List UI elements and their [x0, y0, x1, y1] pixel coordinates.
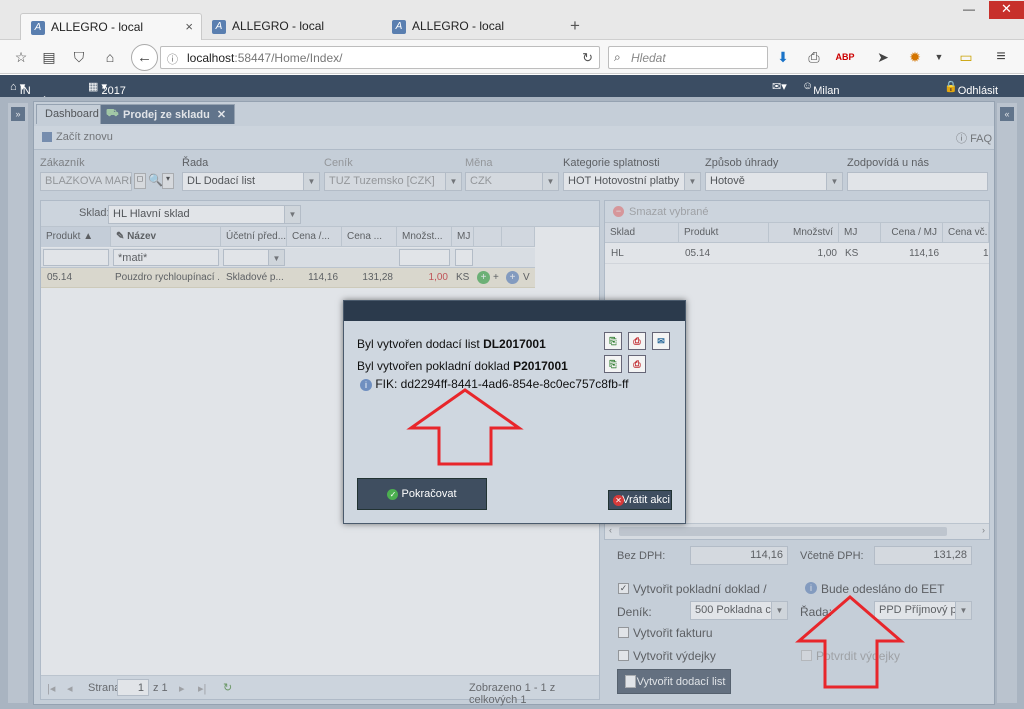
info-icon[interactable]: ⓘ	[167, 51, 178, 67]
extension-icon[interactable]: ✹	[904, 46, 926, 68]
url-host: localhost	[187, 51, 235, 65]
pdf-icon[interactable]: ⎙	[628, 355, 646, 373]
info-icon: i	[360, 378, 372, 391]
logout-button[interactable]: 🔒 Odhlásit	[944, 80, 998, 97]
search-input[interactable]: ⌕ Hledat	[608, 46, 768, 69]
url-bar[interactable]: ⓘ localhost:58447/Home/Index/ ↻	[160, 46, 600, 69]
annotation-arrow-up	[795, 595, 905, 689]
reading-list-icon[interactable]: ▤	[38, 46, 60, 68]
print-icon[interactable]: ⎙	[803, 46, 825, 68]
open-document-icon[interactable]: ⎘	[604, 332, 622, 350]
arrow-shape	[795, 595, 905, 689]
allegro-favicon-icon: A	[212, 20, 226, 34]
delivery-note-message: Byl vytvořen dodací list DL2017001	[357, 337, 546, 351]
browser-tab-title: ALLEGRO - local	[232, 19, 325, 33]
new-tab-button[interactable]: +	[570, 16, 580, 36]
browser-tab-2[interactable]: A ALLEGRO - local	[202, 13, 382, 41]
search-icon: ⌕	[614, 50, 621, 64]
email-icon[interactable]: ✉	[652, 332, 670, 350]
close-tab-icon[interactable]: ×	[185, 19, 193, 34]
menu-icon[interactable]: ≡	[990, 46, 1012, 68]
dialog-header	[344, 301, 685, 321]
browser-tab-1[interactable]: A ALLEGRO - local ×	[20, 13, 202, 41]
annotation-arrow-up	[406, 388, 524, 466]
home-icon[interactable]: ⌂	[99, 46, 121, 68]
mail-icon[interactable]: ✉▾	[772, 80, 787, 93]
revert-action-button[interactable]: ✕ Vrátit akci	[608, 490, 672, 510]
send-icon[interactable]: ➤	[872, 46, 894, 68]
arrow-shape	[406, 388, 524, 466]
continue-label: Pokračovat	[401, 488, 457, 500]
extension-dropdown-icon[interactable]: ▼	[928, 46, 950, 68]
search-placeholder: Hledat	[631, 51, 666, 65]
browser-tab-title: ALLEGRO - local	[412, 19, 505, 33]
pocket-icon[interactable]: ⛉	[68, 46, 90, 68]
app-top-bar: ⌂ IN VOZÍK ▾ ▦ 2017 ▾ ✉▾ ☺ Milan Kotoule…	[0, 75, 1024, 133]
url-path: :58447/Home/Index/	[234, 51, 343, 65]
cancel-icon: ✕	[613, 495, 624, 506]
minimize-window-button[interactable]: —	[963, 2, 975, 16]
pdf-icon[interactable]: ⎙	[628, 332, 646, 350]
adblock-icon[interactable]: ABP	[834, 46, 856, 68]
close-window-button[interactable]: ✕	[989, 1, 1024, 19]
cash-doc-message: Byl vytvořen pokladní doklad P2017001	[357, 359, 568, 373]
browser-nav-bar: ☆ ▤ ⛉ ⌂ ← ⓘ localhost:58447/Home/Index/ …	[0, 40, 1024, 74]
continue-button[interactable]: ✓ Pokračovat	[357, 478, 487, 510]
user-menu[interactable]: ☺ Milan Kotoulek [ROOT] (milan)	[802, 80, 856, 133]
reload-icon[interactable]: ↻	[582, 50, 593, 66]
open-document-icon[interactable]: ⎘	[604, 355, 622, 373]
browser-tab-3[interactable]: A ALLEGRO - local	[382, 13, 562, 41]
bookmark-star-icon[interactable]: ☆	[10, 46, 32, 68]
revert-label: Vrátit akci	[622, 494, 670, 506]
allegro-favicon-icon: A	[392, 20, 406, 34]
check-icon: ✓	[387, 488, 399, 500]
browser-tab-bar: A ALLEGRO - local × A ALLEGRO - local A …	[0, 0, 1024, 41]
screenshot-icon[interactable]: ▭	[955, 46, 977, 68]
back-button[interactable]: ←	[131, 44, 158, 71]
download-icon[interactable]: ⬇	[772, 46, 794, 68]
cart-menu[interactable]: ⌂ IN VOZÍK ▾	[10, 80, 53, 109]
year-menu[interactable]: ▦ 2017 ▾	[88, 80, 126, 97]
allegro-favicon-icon: A	[31, 21, 45, 35]
browser-tab-title: ALLEGRO - local	[51, 20, 144, 34]
